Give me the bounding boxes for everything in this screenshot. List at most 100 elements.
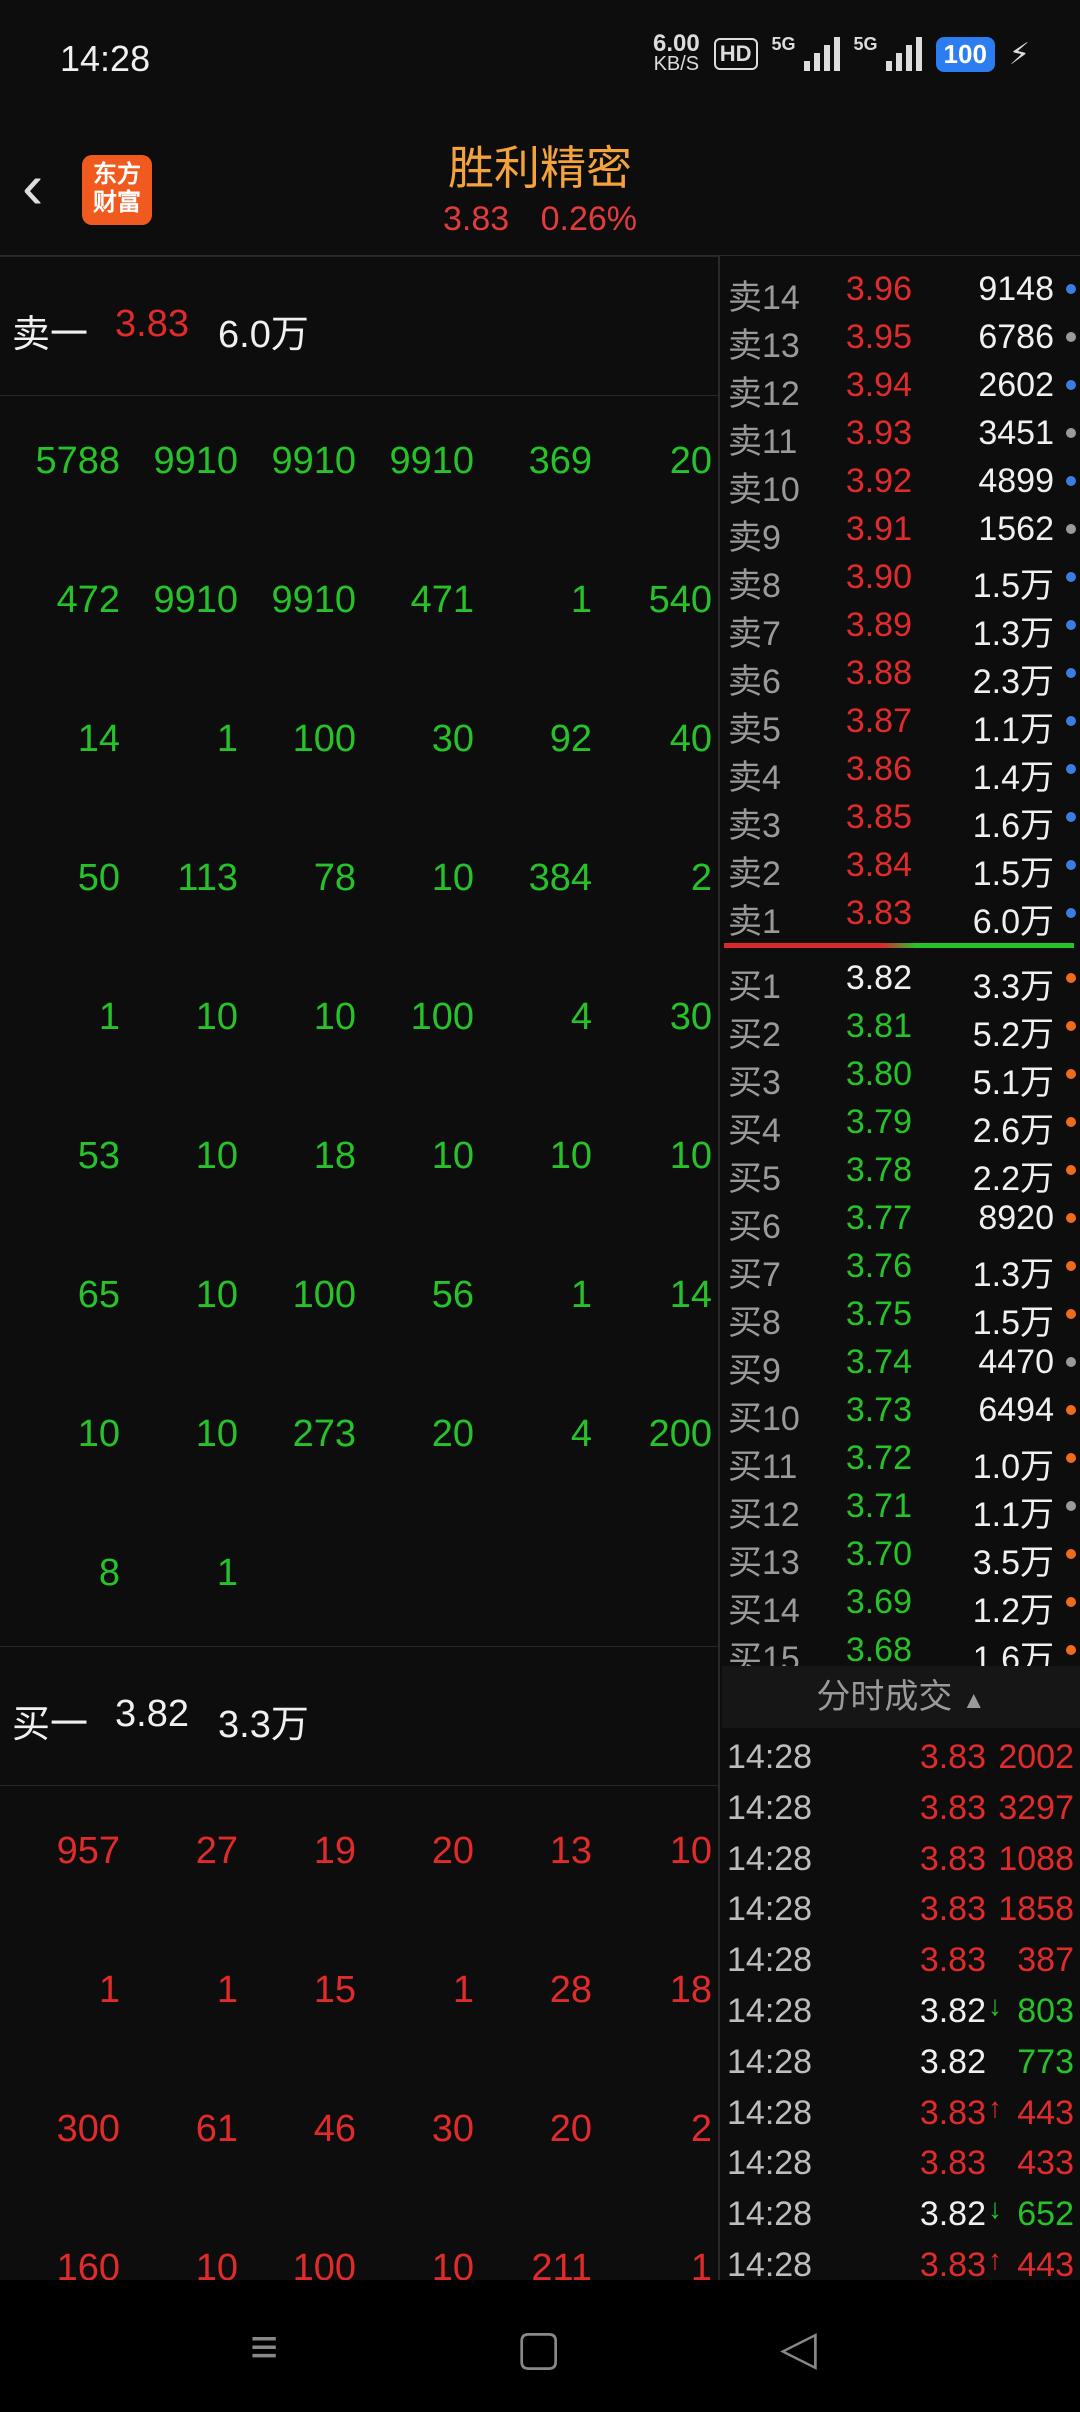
queue-cell: 14 [77,718,120,760]
ask-row[interactable]: 卖13 3.95 6786 [722,312,1080,365]
queue-row: 1 10 10 100 4 30 [0,976,718,1056]
trade-row: 14:28 3.83 2002 [722,1730,1080,1780]
queue-cell: 1 [216,1969,238,2011]
app-logo[interactable]: 东方财富 [82,155,152,225]
caret-up-icon: ▲ [961,1687,986,1714]
bid-row[interactable]: 买15 3.68 1.6万 [722,1625,1080,1666]
trades-title[interactable]: 分时成交 ▲ [722,1666,1080,1728]
ask-volume: 9148 [978,270,1054,308]
back-nav-icon[interactable]: ◁ [780,2320,817,2376]
trade-time: 14:28 [727,1992,813,2030]
trade-time: 14:28 [727,1788,813,1827]
ask-row[interactable]: 卖10 3.92 4899 [722,456,1080,509]
5g-label-2: 5G [853,34,878,54]
bid-row[interactable]: 买4 3.79 2.6万 [722,1097,1080,1150]
trade-row: 14:28 3.83 3297 [722,1781,1080,1831]
sell-one-volume: 6.0万 [218,314,309,356]
status-dot-icon [1066,1549,1076,1559]
status-dot-icon [1066,620,1076,630]
queue-row: 1 1 15 1 28 18 [0,1949,718,2029]
queue-cell: 200 [648,1413,712,1455]
queue-cell: 10 [195,1135,238,1177]
queue-cell: 30 [669,996,712,1038]
bid-price: 3.82 [845,959,912,997]
queue-cell: 8 [98,1552,120,1594]
home-icon[interactable]: ▢ [516,2320,561,2376]
queue-cell: 1 [216,1552,238,1594]
bid-row[interactable]: 买9 3.74 4470 [722,1337,1080,1390]
bid-row[interactable]: 买13 3.70 3.5万 [722,1529,1080,1582]
ask-price: 3.96 [845,270,912,308]
arrow-up-icon: ↑ [988,2244,1002,2275]
ask-row[interactable]: 卖2 3.84 1.5万 [722,840,1080,893]
back-button[interactable]: ‹ [22,154,72,218]
status-dot-icon [1066,1261,1076,1271]
ask-row[interactable]: 卖6 3.88 2.3万 [722,648,1080,701]
ask-volume: 3451 [978,414,1054,452]
trade-volume: 652 [1017,2195,1074,2234]
trade-volume: 443 [1017,2093,1074,2132]
ask-row[interactable]: 卖14 3.96 9148 [722,264,1080,317]
bid-row[interactable]: 买12 3.71 1.1万 [722,1481,1080,1534]
ask-row[interactable]: 卖9 3.91 1562 [722,504,1080,557]
bid-row[interactable]: 买14 3.69 1.2万 [722,1577,1080,1630]
sell-one-header[interactable]: 卖一 3.83 6.0万 [0,256,718,396]
queue-cell: 10 [431,857,474,899]
queue-cell: 1 [690,2247,712,2280]
trade-row: 14:28 3.83 433 [722,2136,1080,2186]
ask-row[interactable]: 卖8 3.90 1.5万 [722,552,1080,605]
trade-price: 3.82 [919,2195,986,2234]
ask-row[interactable]: 卖1 3.83 6.0万 [722,888,1080,941]
ask-row[interactable]: 卖12 3.94 2602 [722,360,1080,413]
bid-row[interactable]: 买7 3.76 1.3万 [722,1241,1080,1294]
bid-row[interactable]: 买3 3.80 5.1万 [722,1049,1080,1102]
status-dot-icon [1066,668,1076,678]
ask-price: 3.95 [845,318,912,356]
queue-cell: 100 [292,2247,356,2280]
ask-price: 3.87 [845,702,912,740]
trade-price: 3.83 [919,1788,986,1827]
trades-title-text: 分时成交 [816,1678,953,1716]
queue-cell: 10 [549,1135,592,1177]
trade-time: 14:28 [727,1941,813,1980]
trade-time: 14:28 [727,2042,813,2081]
queue-row: 10 10 273 20 4 200 [0,1393,718,1473]
order-book[interactable]: 卖14 3.96 9148 卖13 3.95 6786 卖12 3.94 2602 卖11 3.93… [722,256,1080,1666]
menu-icon[interactable]: ≡ [250,2320,278,2375]
bid-price: 3.68 [845,1631,912,1666]
queue-cell: 100 [292,718,356,760]
ask-volume: 1562 [978,510,1054,548]
bid-volume: 6494 [978,1391,1054,1429]
arrow-down-icon: ↓ [988,2193,1002,2225]
bid-row[interactable]: 买5 3.78 2.2万 [722,1145,1080,1198]
status-dot-icon [1066,716,1076,726]
queue-cell: 92 [549,718,592,760]
buy-one-header[interactable]: 买一 3.82 3.3万 [0,1646,718,1786]
ask-row[interactable]: 卖11 3.93 3451 [722,408,1080,461]
bid-row[interactable]: 买10 3.73 6494 [722,1385,1080,1438]
trade-time: 14:28 [727,1738,813,1776]
ask-price: 3.92 [845,462,912,500]
ask-row[interactable]: 卖3 3.85 1.6万 [722,792,1080,845]
bid-row[interactable]: 买11 3.72 1.0万 [722,1433,1080,1486]
ask-volume: 2602 [978,366,1054,404]
bid-volume: 4470 [978,1343,1054,1381]
ask-row[interactable]: 卖5 3.87 1.1万 [722,696,1080,749]
ask-price: 3.93 [845,414,912,452]
bid-row[interactable]: 买2 3.81 5.2万 [722,1001,1080,1054]
status-icons: 6.00 KB/S HD 5G 5G 100 ⚡ [653,32,1030,75]
bid-row[interactable]: 买1 3.82 3.3万 [722,953,1080,1006]
trade-row: 14:28 3.83 1858 [722,1882,1080,1932]
queue-row: 957 27 19 20 13 10 [0,1810,718,1890]
status-dot-icon [1066,284,1076,294]
queue-cell: 273 [292,1413,356,1455]
bid-row[interactable]: 买8 3.75 1.5万 [722,1289,1080,1342]
ask-volume: 4899 [978,462,1054,500]
ask-row[interactable]: 卖4 3.86 1.4万 [722,744,1080,797]
charging-icon: ⚡ [1008,37,1030,71]
ask-row[interactable]: 卖7 3.89 1.3万 [722,600,1080,653]
queue-cell: 9910 [153,579,238,621]
trade-time: 14:28 [727,2144,813,2183]
status-dot-icon [1066,428,1076,438]
bid-row[interactable]: 买6 3.77 8920 [722,1193,1080,1246]
